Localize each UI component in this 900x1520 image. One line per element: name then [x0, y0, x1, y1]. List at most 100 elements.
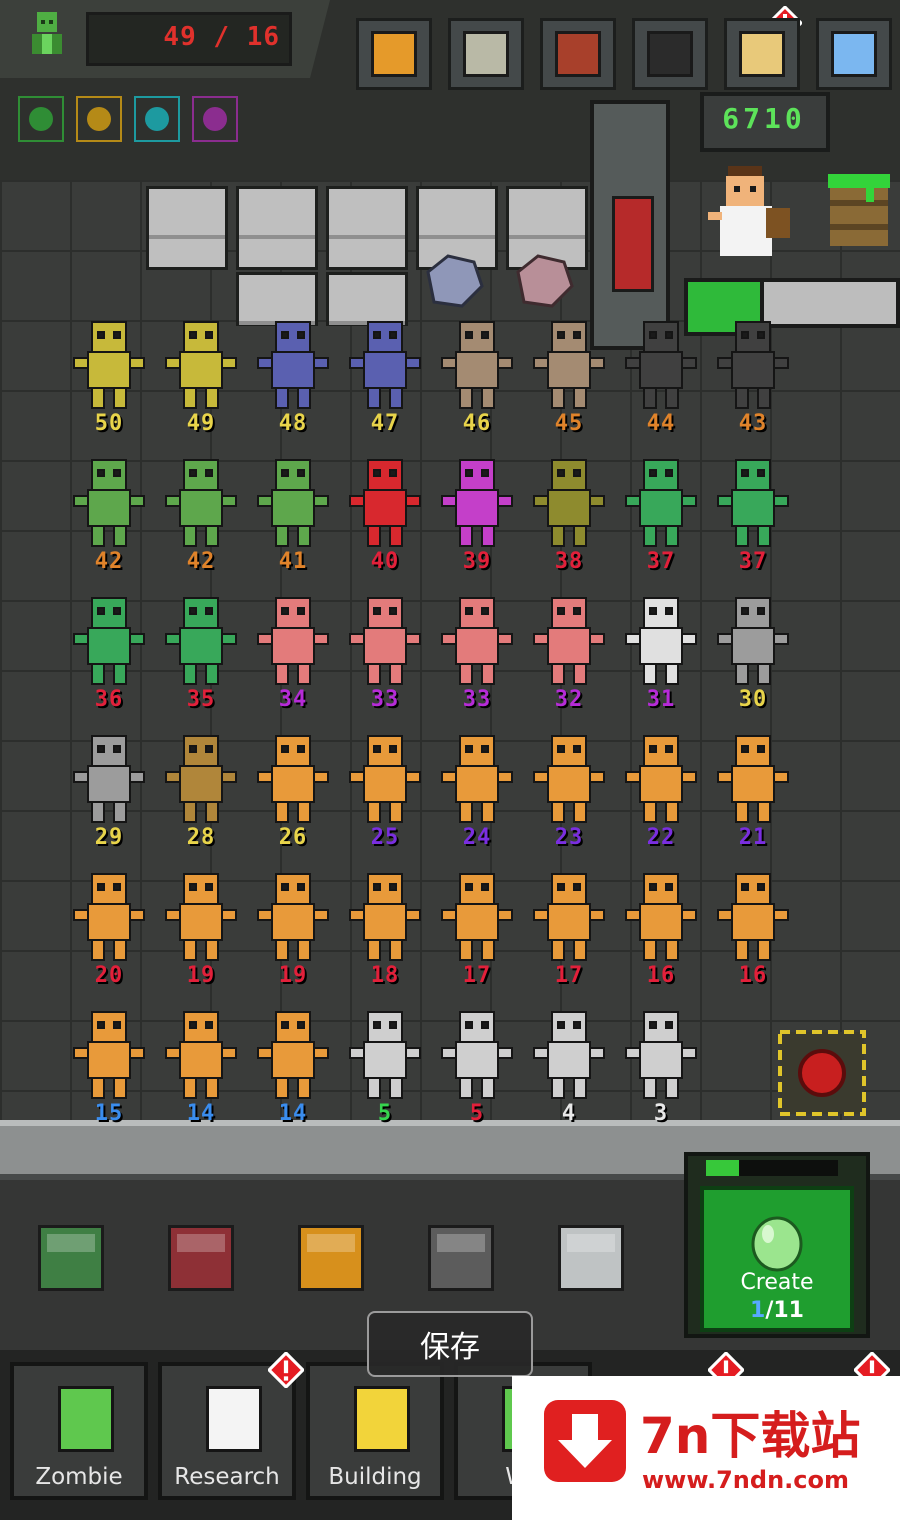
zombie-sprite-icon [349, 1011, 421, 1099]
book-button[interactable] [540, 18, 616, 90]
zombie-level-label: 37 [738, 549, 768, 574]
zombie-unit[interactable]: 30 [708, 586, 798, 718]
zombie-sprite-icon [165, 597, 237, 685]
zombie-unit[interactable]: 24 [432, 724, 522, 856]
trophy-icon [371, 31, 417, 77]
gear-button[interactable] [816, 18, 892, 90]
zombie-level-label: 48 [278, 411, 308, 436]
zombie-unit[interactable]: 47 [340, 310, 430, 442]
zombie-level-label: 34 [278, 687, 308, 712]
zombie-unit[interactable]: 42 [156, 448, 246, 580]
zombie-unit[interactable]: 29 [64, 724, 154, 856]
zombie-unit[interactable]: 17 [432, 862, 522, 994]
trash-boost-glyph [203, 107, 227, 131]
zombie-sprite-icon [73, 873, 145, 961]
orange-chest-button[interactable] [298, 1225, 364, 1291]
zombie-unit[interactable]: 45 [524, 310, 614, 442]
tablet-button[interactable] [632, 18, 708, 90]
zombie-unit[interactable]: 25 [340, 724, 430, 856]
zombie-level-label: 49 [186, 411, 216, 436]
zombie-level-label: 4 [561, 1101, 577, 1126]
zombie-unit[interactable]: 33 [340, 586, 430, 718]
zombie-unit[interactable]: 16 [708, 862, 798, 994]
zombie-unit[interactable]: 17 [524, 862, 614, 994]
tab-building[interactable]: Building [306, 1362, 444, 1500]
delete-zombie-button[interactable] [778, 1030, 866, 1116]
tab-label: Zombie [35, 1464, 123, 1490]
tab-zombie[interactable]: Zombie [10, 1362, 148, 1500]
hardhat-icon [354, 1386, 410, 1452]
scroll-button[interactable] [724, 18, 800, 90]
bomb-boost-icon[interactable] [76, 96, 122, 142]
red-chest-button[interactable] [168, 1225, 234, 1291]
zombie-unit[interactable]: 26 [248, 724, 338, 856]
zombie-unit[interactable]: 21 [708, 724, 798, 856]
zombie-unit[interactable]: 44 [616, 310, 706, 442]
scroll-icon [739, 31, 785, 77]
zombie-unit[interactable]: 5 [340, 1000, 430, 1132]
flask-boost-icon[interactable] [18, 96, 64, 142]
zombie-sprite-icon [257, 459, 329, 547]
tab-label: Research [174, 1464, 280, 1490]
zombie-sprite-icon [257, 321, 329, 409]
zombie-unit[interactable]: 18 [340, 862, 430, 994]
zombie-unit[interactable]: 49 [156, 310, 246, 442]
zombie-unit[interactable]: 46 [432, 310, 522, 442]
zombie-unit[interactable]: 14 [156, 1000, 246, 1132]
zombie-unit[interactable]: 3 [616, 1000, 706, 1132]
zombie-unit[interactable]: 36 [64, 586, 154, 718]
zombie-unit[interactable]: 19 [156, 862, 246, 994]
zombie-unit[interactable]: 34 [248, 586, 338, 718]
zombie-unit[interactable]: 50 [64, 310, 154, 442]
zombie-sprite-icon [533, 321, 605, 409]
create-progress-fill [706, 1160, 739, 1176]
zombie-level-label: 33 [370, 687, 400, 712]
zombie-head-button[interactable] [448, 18, 524, 90]
zombie-sprite-icon [165, 459, 237, 547]
zombie-unit[interactable]: 22 [616, 724, 706, 856]
zombie-unit[interactable]: 43 [708, 310, 798, 442]
zombie-unit[interactable]: 32 [524, 586, 614, 718]
book-icon [555, 31, 601, 77]
scientist-icon [708, 166, 790, 256]
zombie-unit[interactable]: 14 [248, 1000, 338, 1132]
zombie-unit[interactable]: 39 [432, 448, 522, 580]
silver-chest-button[interactable] [558, 1225, 624, 1291]
zombie-sprite-icon [257, 873, 329, 961]
zombie-unit[interactable]: 5 [432, 1000, 522, 1132]
zombie-level-label: 31 [646, 687, 676, 712]
zombie-unit[interactable]: 19 [248, 862, 338, 994]
zombie-unit[interactable]: 35 [156, 586, 246, 718]
zombie-unit[interactable]: 33 [432, 586, 522, 718]
zombie-level-label: 22 [646, 825, 676, 850]
zombie-unit[interactable]: 4 [524, 1000, 614, 1132]
zombie-unit[interactable]: 48 [248, 310, 338, 442]
trash-boost-icon[interactable] [192, 96, 238, 142]
flask-boost-glyph [29, 107, 53, 131]
clipboard-icon [206, 1386, 262, 1452]
zombie-unit[interactable]: 42 [64, 448, 154, 580]
zombie-level-label: 17 [462, 963, 492, 988]
zombie-unit[interactable]: 23 [524, 724, 614, 856]
zombie-unit[interactable]: 37 [708, 448, 798, 580]
zombie-unit[interactable]: 41 [248, 448, 338, 580]
zombie-level-label: 24 [462, 825, 492, 850]
zombie-sprite-icon [717, 873, 789, 961]
trophy-button[interactable] [356, 18, 432, 90]
zombie-sprite-icon [441, 597, 513, 685]
zombie-unit[interactable]: 38 [524, 448, 614, 580]
zombie-level-label: 14 [278, 1101, 308, 1126]
zombie-unit[interactable]: 28 [156, 724, 246, 856]
green-chest-button[interactable] [38, 1225, 104, 1291]
zombie-unit[interactable]: 15 [64, 1000, 154, 1132]
zombie-unit[interactable]: 37 [616, 448, 706, 580]
zombie-unit[interactable]: 40 [340, 448, 430, 580]
bomb-boost-2-icon[interactable] [134, 96, 180, 142]
zombie-level-label: 25 [370, 825, 400, 850]
zombie-unit[interactable]: 16 [616, 862, 706, 994]
locker [236, 186, 318, 270]
gray-chest-button[interactable] [428, 1225, 494, 1291]
zombie-unit[interactable]: 20 [64, 862, 154, 994]
zombie-level-label: 20 [94, 963, 124, 988]
zombie-unit[interactable]: 31 [616, 586, 706, 718]
